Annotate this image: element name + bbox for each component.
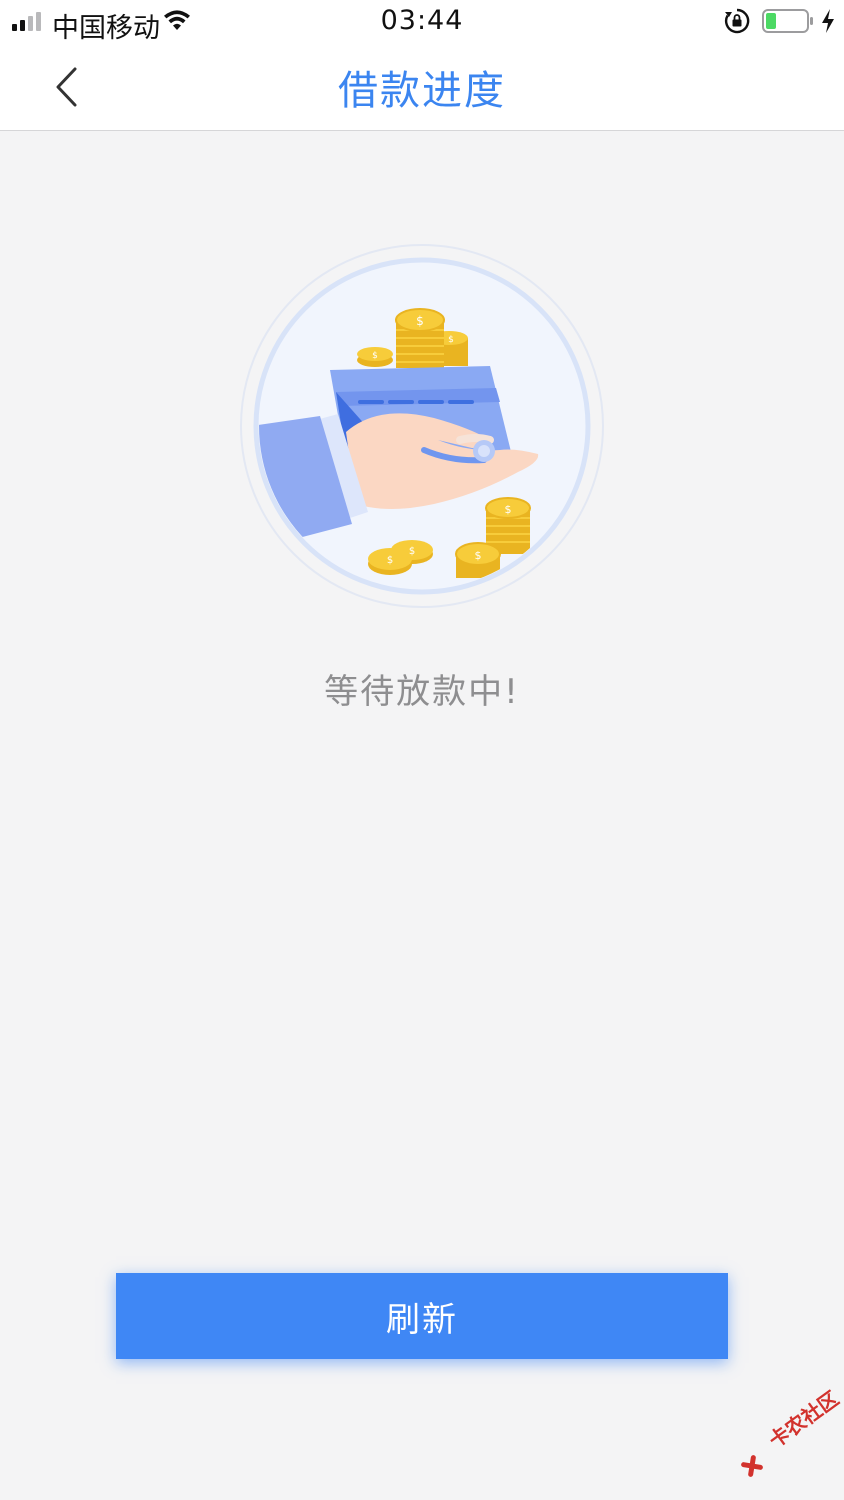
navigation-bar: 借款进度 bbox=[0, 44, 844, 131]
loan-disbursement-illustration: $ $ $ $ $ $ $ bbox=[240, 244, 604, 608]
svg-text:$: $ bbox=[372, 351, 378, 361]
status-bar: 中国移动 03:44 bbox=[0, 0, 844, 44]
clock-time: 03:44 bbox=[380, 5, 464, 36]
refresh-button[interactable]: 刷新 bbox=[116, 1273, 728, 1359]
svg-text:$: $ bbox=[475, 549, 482, 562]
page-title: 借款进度 bbox=[338, 68, 506, 114]
svg-text:$: $ bbox=[387, 555, 393, 566]
svg-text:$: $ bbox=[416, 314, 424, 328]
battery-icon bbox=[762, 9, 813, 33]
svg-text:$: $ bbox=[505, 503, 512, 516]
charging-bolt-icon bbox=[822, 9, 834, 33]
disbursement-status-text: 等待放款中! bbox=[324, 672, 520, 712]
rotation-lock-icon bbox=[724, 8, 750, 34]
svg-text:$: $ bbox=[448, 335, 454, 345]
